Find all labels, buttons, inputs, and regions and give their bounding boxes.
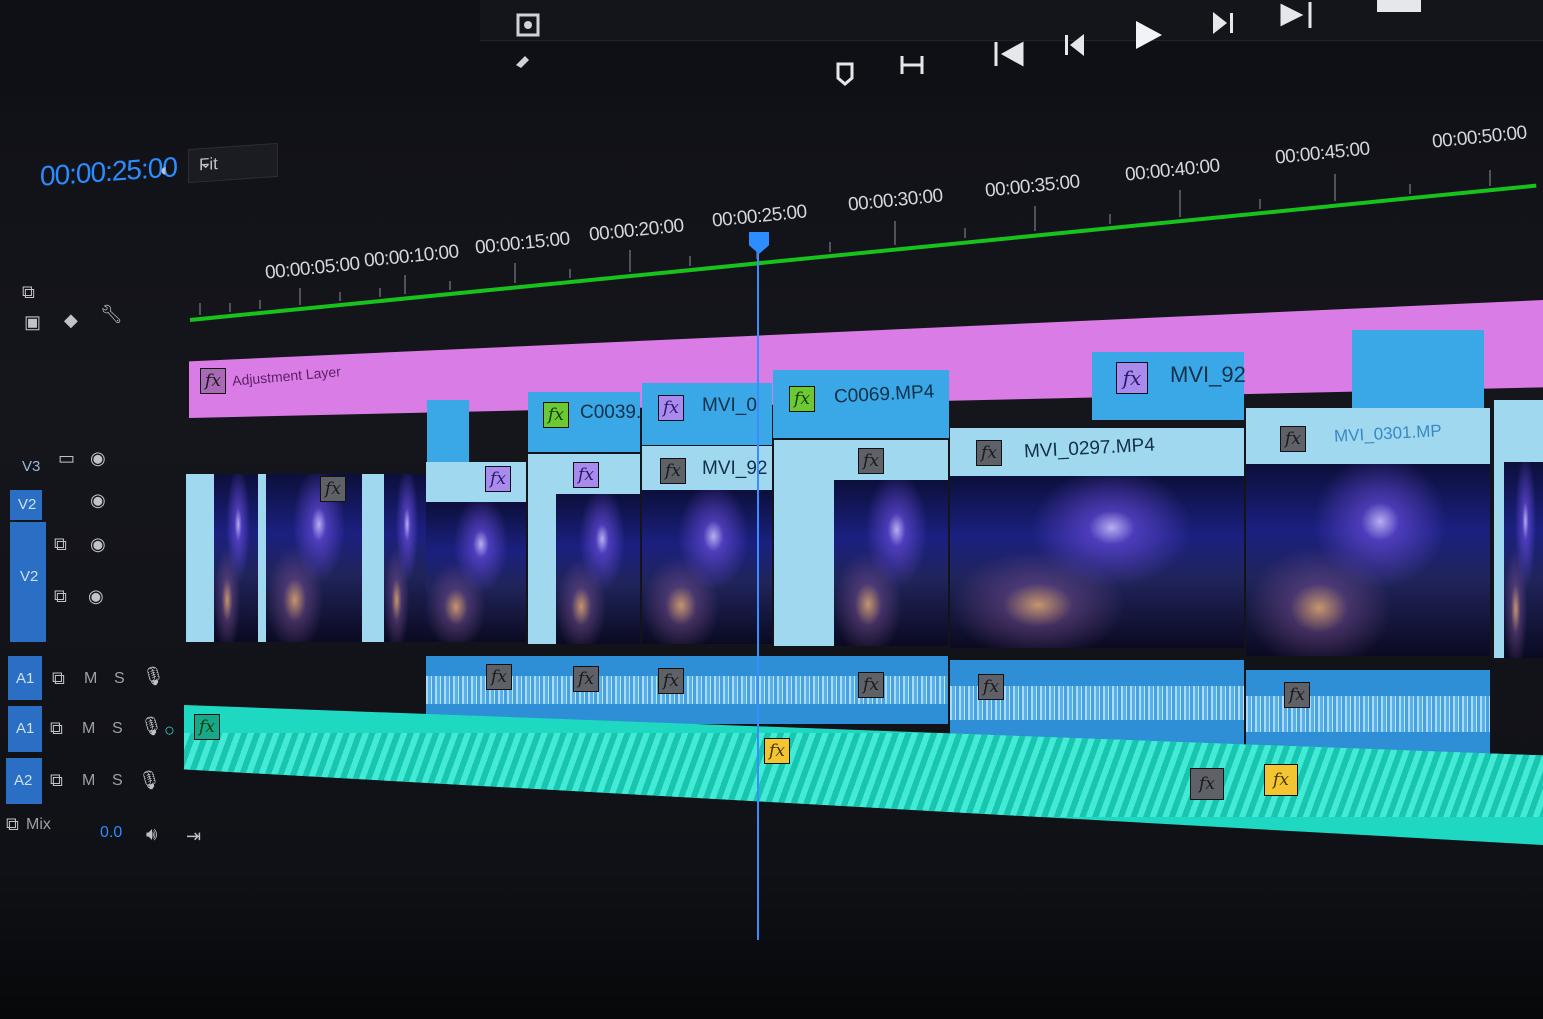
microphone-icon[interactable]: 🎙︎	[140, 716, 163, 737]
track-label-a1: A1	[16, 720, 35, 737]
mix-row: ⧉ Mix 0.0 🔊︎ ⇥	[0, 812, 230, 852]
microphone-icon[interactable]: 🎙︎	[138, 770, 161, 791]
track-label-a1: A1	[16, 670, 35, 687]
a1-audio-clip-0301[interactable]	[1246, 670, 1490, 758]
mix-icon: ⧉	[6, 814, 19, 834]
eye-icon[interactable]: ◉	[90, 490, 106, 511]
v2-clip-group-1[interactable]	[186, 474, 426, 642]
fx-icon[interactable]: fx	[1190, 768, 1224, 800]
speaker-icon[interactable]: 🔊︎	[146, 824, 157, 845]
film-icon[interactable]: ⧉	[54, 534, 67, 555]
track-label-v3[interactable]: V3	[22, 458, 40, 475]
ruler-label: 00:00:45:00	[1274, 138, 1371, 169]
keyframe-icon[interactable]: ○	[164, 720, 175, 741]
fx-icon[interactable]: fx	[1264, 764, 1298, 796]
fx-icon[interactable]: fx	[320, 476, 346, 502]
mute-button[interactable]: M	[84, 670, 97, 688]
fx-icon[interactable]: fx	[858, 448, 884, 474]
fx-icon[interactable]: fx	[543, 402, 569, 428]
microphone-icon[interactable]: 🎙︎	[142, 666, 165, 687]
fx-icon[interactable]: fx	[658, 395, 684, 421]
clip-name: MVI_92	[1170, 362, 1246, 387]
fx-icon[interactable]: fx	[573, 462, 599, 488]
fx-icon[interactable]: fx	[1116, 362, 1148, 394]
clip-name: MVI_0	[702, 395, 757, 416]
film-icon[interactable]: ⧉	[54, 586, 67, 607]
v2-clip-2[interactable]	[426, 462, 526, 642]
track-label-v2: V2	[18, 496, 37, 513]
a1-audio-clip-0297[interactable]	[950, 660, 1244, 746]
fx-icon[interactable]: fx	[764, 738, 790, 764]
fx-icon[interactable]: fx	[658, 668, 684, 694]
solo-button[interactable]: S	[112, 772, 123, 790]
fx-icon[interactable]: fx	[1280, 426, 1306, 452]
v2-clip-end[interactable]	[1494, 400, 1543, 658]
mute-button[interactable]: M	[82, 772, 95, 790]
mix-label: Mix	[26, 816, 51, 833]
mute-button[interactable]: M	[82, 720, 95, 738]
fx-icon[interactable]: fx	[485, 466, 511, 492]
sync-lock-icon[interactable]: ⧉	[50, 718, 63, 739]
timeline-screen: 00:00:25:00 ◖ Fit ⌄ ⧉ ▣ ◆ 🔧︎ 00:00:05:00…	[0, 0, 1543, 1019]
ruler-label: 00:00:50:00	[1431, 122, 1528, 153]
fx-icon[interactable]: fx	[200, 368, 226, 394]
eye-icon[interactable]: ◉	[88, 586, 104, 607]
fx-icon[interactable]: fx	[573, 666, 599, 692]
fit-width-icon[interactable]: ⇥	[186, 826, 201, 847]
fx-icon[interactable]: fx	[660, 458, 686, 484]
track-headers: V3 ▭ ◉ V2 ◉ V2 ⧉ ◉ ⧉ ◉ A1 ⧉ M S 🎙︎ A1 ⧉ …	[0, 420, 185, 860]
fx-icon[interactable]: fx	[789, 386, 815, 412]
fx-icon[interactable]: fx	[194, 714, 220, 740]
fx-icon[interactable]: fx	[1284, 682, 1310, 708]
film-icon[interactable]: ▭	[58, 448, 75, 469]
playhead-line[interactable]	[757, 250, 759, 940]
fx-icon[interactable]: fx	[858, 672, 884, 698]
fx-icon[interactable]: fx	[976, 440, 1002, 466]
track-label-v2: V2	[20, 568, 39, 585]
fx-icon[interactable]: fx	[486, 664, 512, 690]
fx-icon[interactable]: fx	[978, 674, 1004, 700]
v3-clip[interactable]	[427, 400, 469, 462]
v3-clip-end[interactable]	[1352, 330, 1484, 408]
track-label-a2: A2	[14, 772, 33, 789]
sync-lock-icon[interactable]: ⧉	[50, 770, 63, 791]
eye-icon[interactable]: ◉	[90, 534, 106, 555]
solo-button[interactable]: S	[112, 720, 123, 738]
mix-value[interactable]: 0.0	[100, 824, 122, 842]
eye-icon[interactable]: ◉	[90, 448, 106, 469]
sync-lock-icon[interactable]: ⧉	[52, 668, 65, 689]
time-ruler[interactable]: 00:00:05:00 00:00:10:00 00:00:15:00 00:0…	[0, 0, 1543, 330]
solo-button[interactable]: S	[114, 670, 125, 688]
